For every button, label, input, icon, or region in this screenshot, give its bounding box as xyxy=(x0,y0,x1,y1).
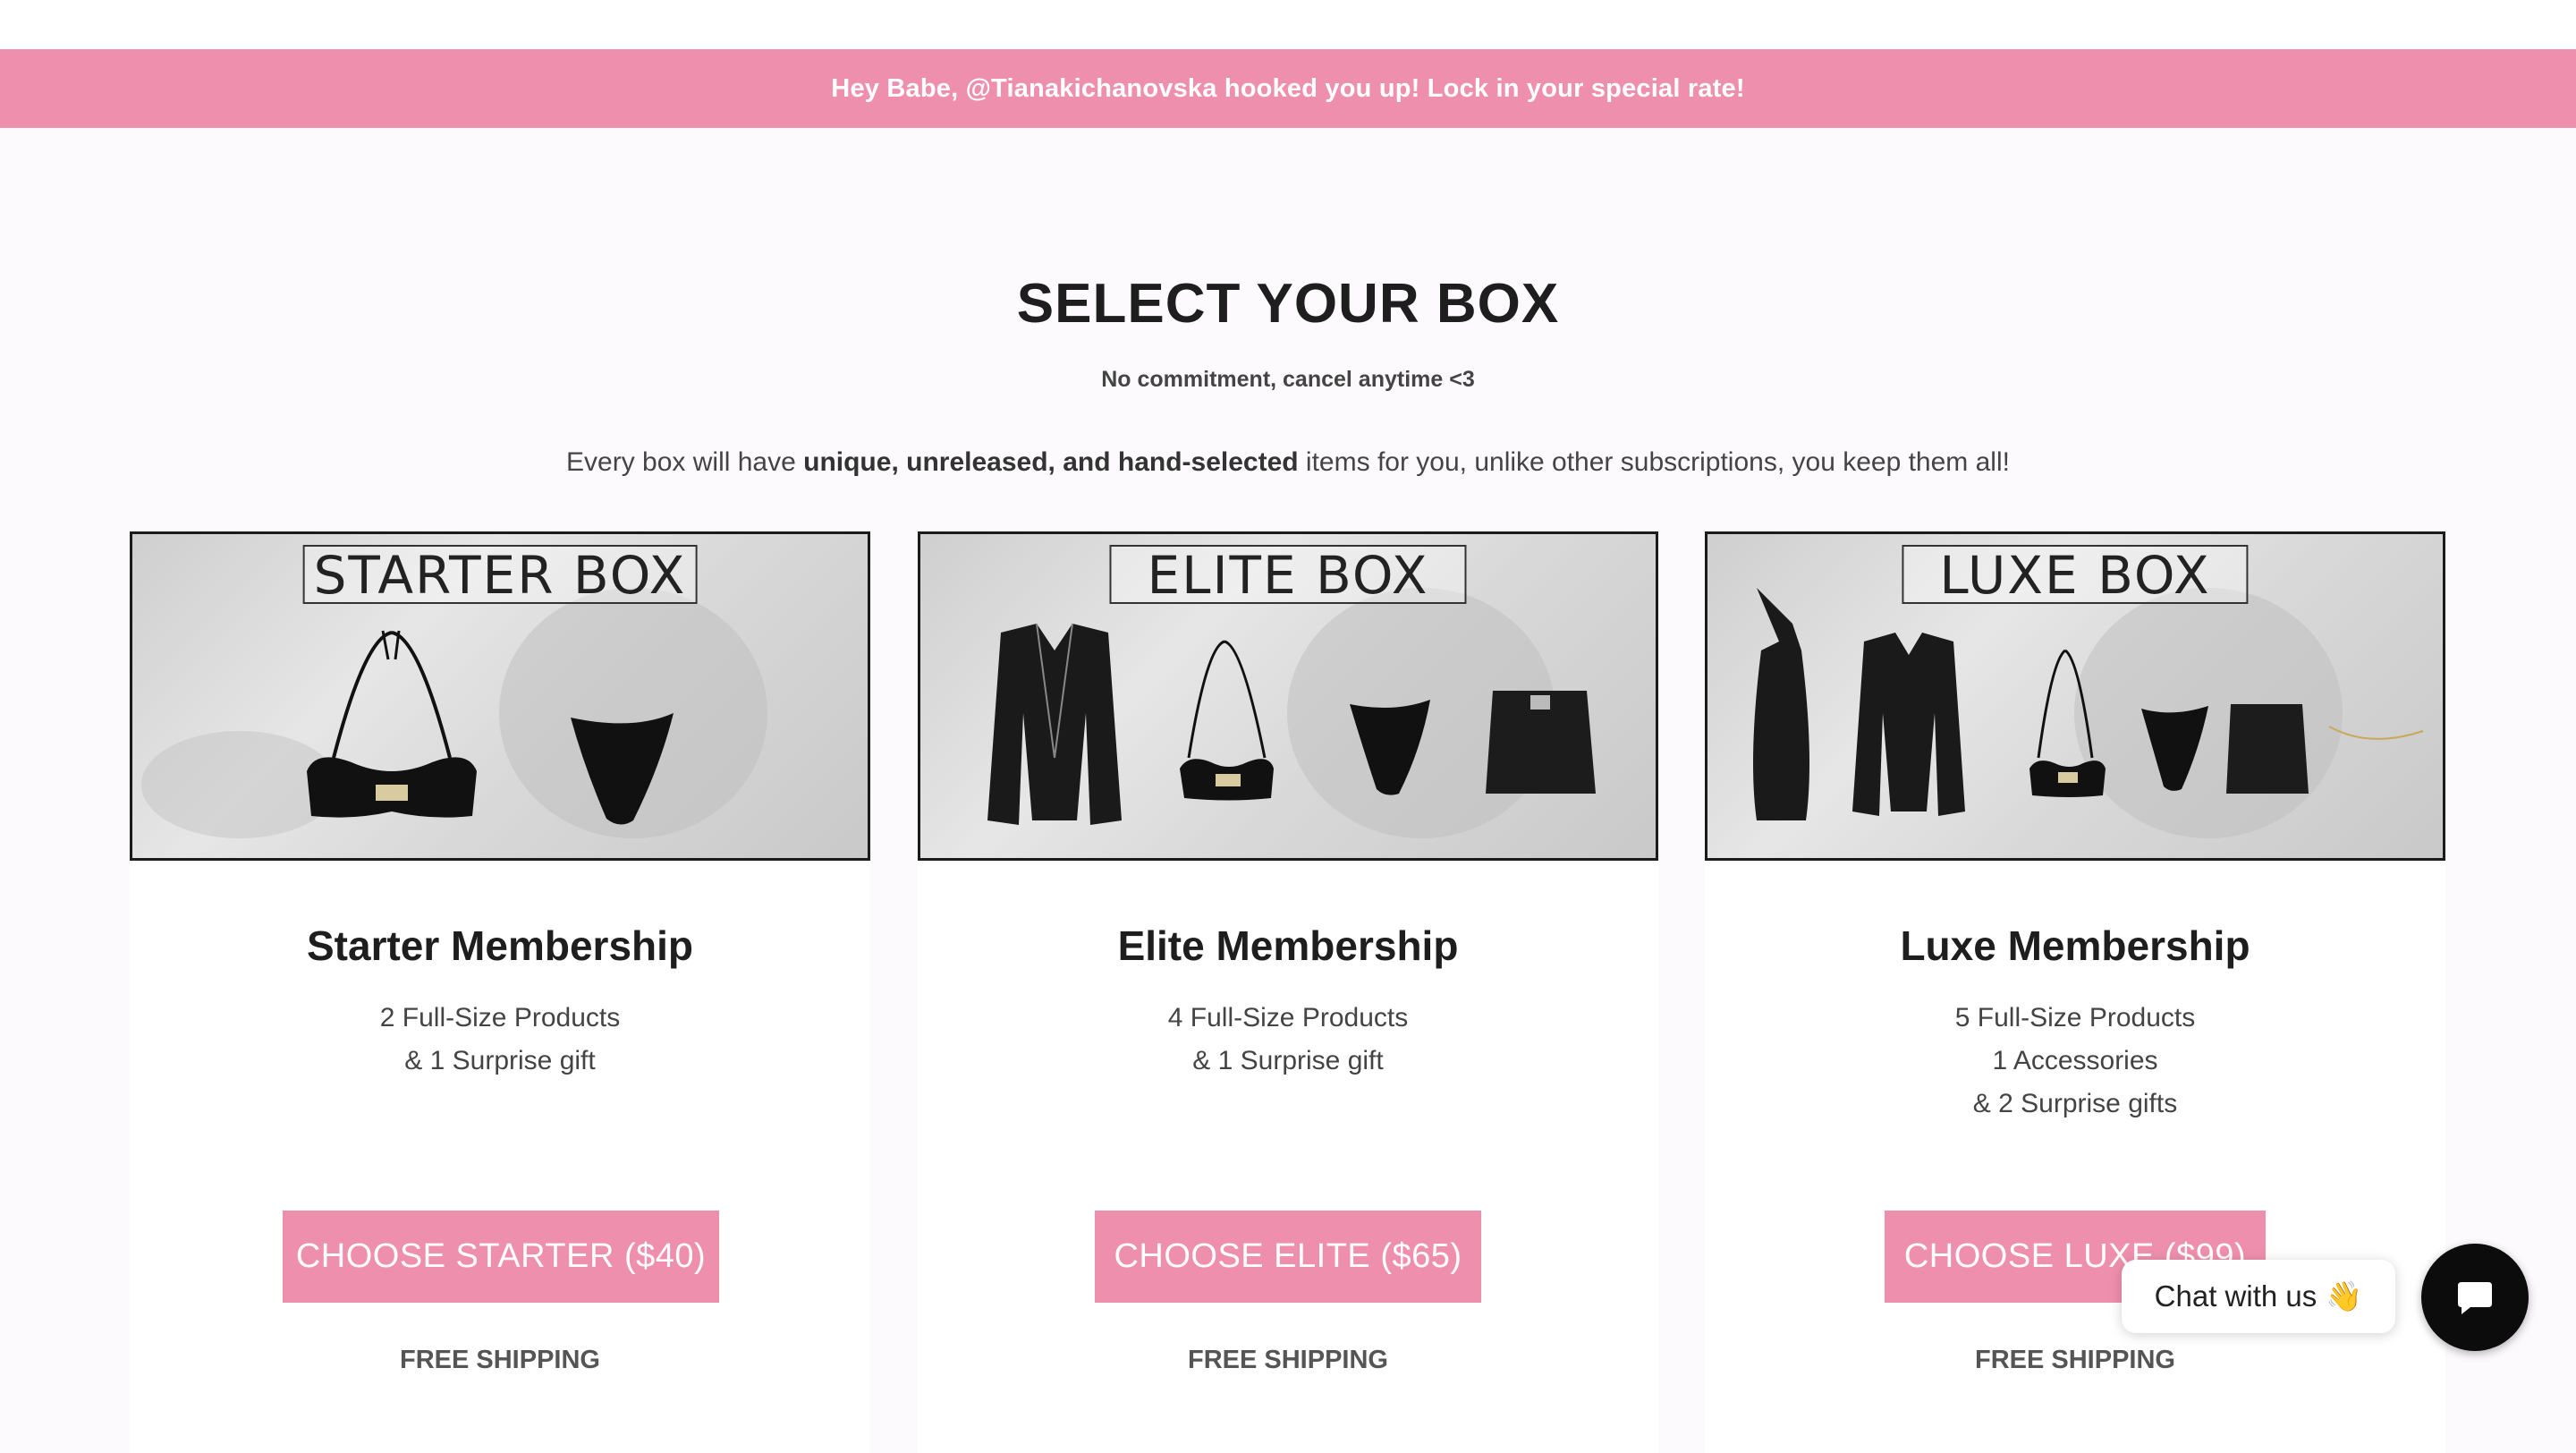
plan-features: 5 Full-Size Products 1 Accessories & 2 S… xyxy=(1705,997,2445,1126)
elite-box-image: ELITE BOX xyxy=(918,531,1658,861)
choose-elite-button[interactable]: CHOOSE ELITE ($65) xyxy=(1095,1211,1481,1303)
page-subtitle: No commitment, cancel anytime <3 xyxy=(1101,367,1475,392)
starter-box-image: STARTER BOX xyxy=(130,531,870,861)
chat-with-us-bubble[interactable]: Chat with us 👋 xyxy=(2122,1260,2395,1333)
shipping-note: FREE SHIPPING xyxy=(1188,1346,1388,1374)
choose-starter-button[interactable]: CHOOSE STARTER ($40) xyxy=(283,1211,719,1303)
plan-name: Elite Membership xyxy=(1117,922,1459,969)
page-title: SELECT YOUR BOX xyxy=(1016,273,1560,335)
top-header-bar xyxy=(0,0,2576,50)
promo-banner: Hey Babe, @Tianakichanovska hooked you u… xyxy=(0,49,2576,128)
plan-feature: 2 Full-Size Products xyxy=(379,1003,621,1032)
plan-card-elite: ELITE BOX Elite Membership 4 Full-Size P… xyxy=(918,531,1658,1453)
plan-feature: & 2 Surprise gifts xyxy=(1972,1089,2178,1118)
chat-launcher-button[interactable] xyxy=(2421,1244,2529,1351)
description-prefix: Every box will have xyxy=(566,447,804,477)
description-bold: unique, unreleased, and hand-selected xyxy=(803,447,1299,477)
box-label: LUXE BOX xyxy=(1902,545,2249,604)
chat-bubble-icon xyxy=(2458,1282,2492,1314)
plan-features: 4 Full-Size Products & 1 Surprise gift xyxy=(918,997,1658,1083)
plan-name: Luxe Membership xyxy=(1900,922,2250,969)
box-label: STARTER BOX xyxy=(302,545,698,604)
plan-feature: & 1 Surprise gift xyxy=(1192,1046,1384,1075)
waving-hand-icon: 👋 xyxy=(2326,1279,2363,1313)
plan-name: Starter Membership xyxy=(306,922,693,969)
plan-features: 2 Full-Size Products & 1 Surprise gift xyxy=(130,997,870,1083)
shipping-note: FREE SHIPPING xyxy=(1975,1346,2175,1374)
box-label: ELITE BOX xyxy=(1109,545,1467,604)
plan-feature: 4 Full-Size Products xyxy=(1167,1003,1409,1032)
chat-label: Chat with us xyxy=(2154,1279,2318,1313)
plan-card-starter: STARTER BOX Starter Membership 2 Full-Si… xyxy=(130,531,870,1453)
shipping-note: FREE SHIPPING xyxy=(400,1346,600,1374)
page-description: Every box will have unique, unreleased, … xyxy=(0,447,2576,478)
plan-feature: 5 Full-Size Products xyxy=(1954,1003,2196,1032)
luxe-box-image: LUXE BOX xyxy=(1705,531,2445,861)
plan-feature: 1 Accessories xyxy=(1992,1046,2158,1075)
plan-feature: & 1 Surprise gift xyxy=(404,1046,596,1075)
description-suffix: items for you, unlike other subscription… xyxy=(1298,447,2010,477)
